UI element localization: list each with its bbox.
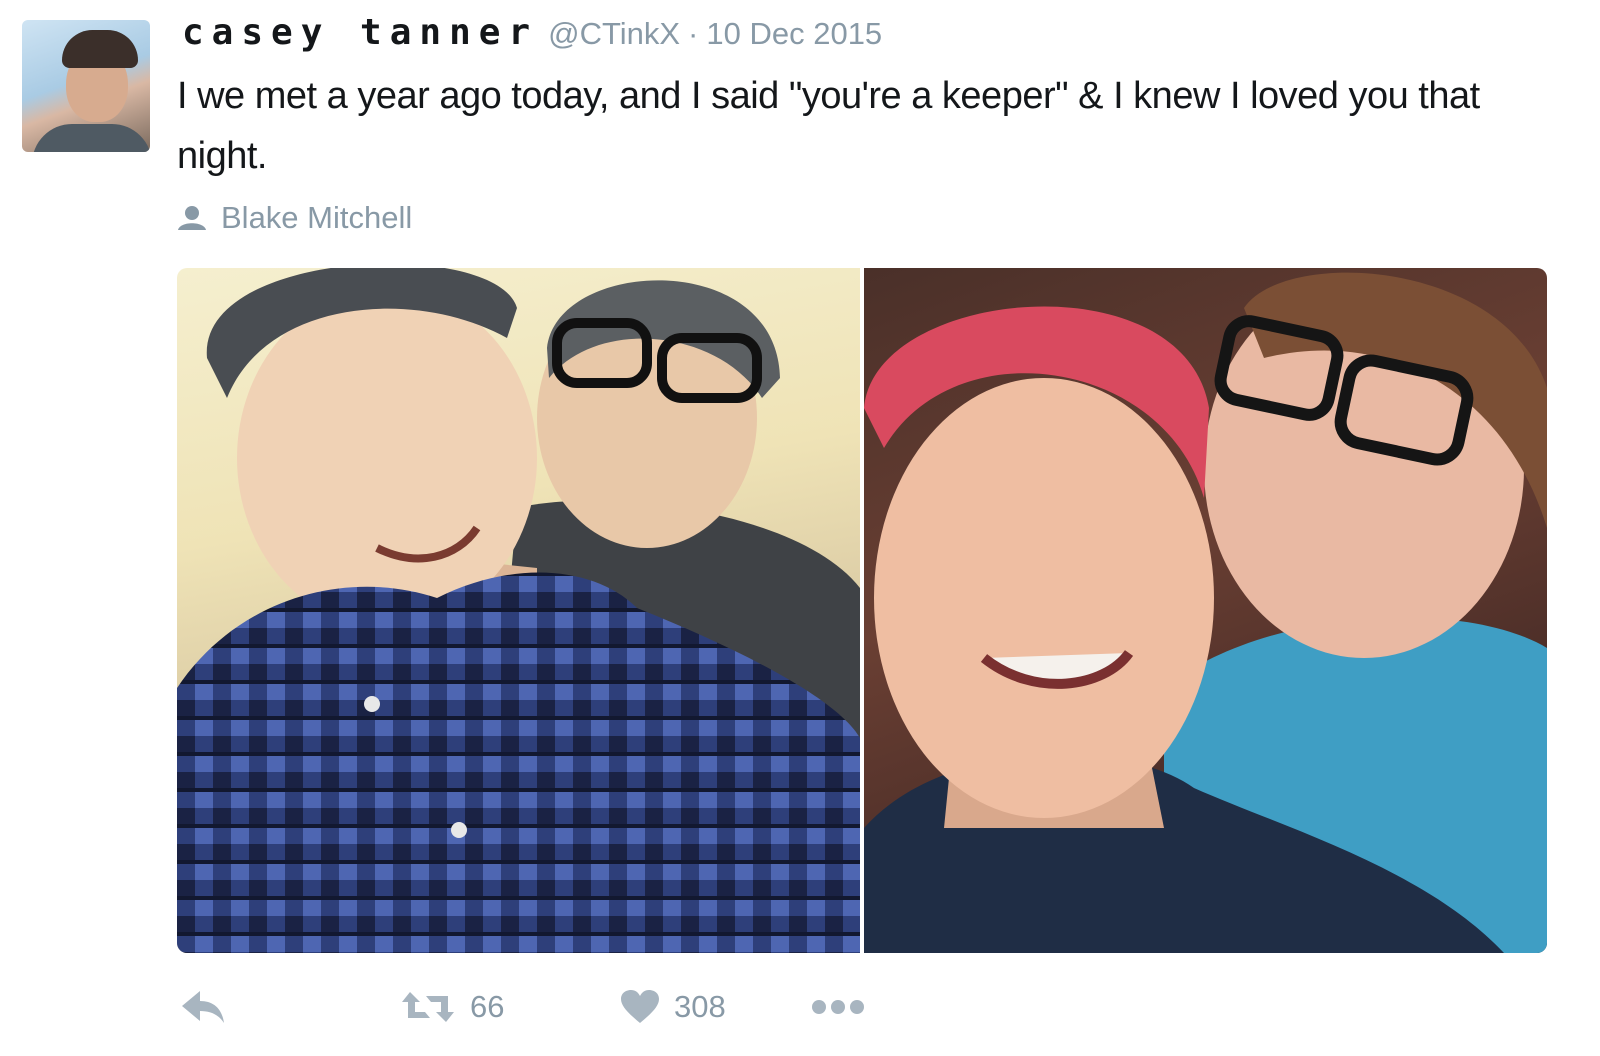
photo-right[interactable] [864,268,1547,953]
more-dots-icon [812,1000,864,1014]
tweet-timestamp[interactable]: 10 Dec 2015 [706,16,882,52]
tagged-user[interactable]: Blake Mitchell [177,196,412,240]
tweet-actions: 66 308 [180,982,866,1032]
photo-right-illustration [864,272,1547,953]
media-grid [177,268,1547,953]
retweet-icon [402,992,454,1022]
like-button[interactable]: 308 [620,989,810,1025]
like-count: 308 [674,989,726,1024]
reply-icon [182,991,224,1023]
tweet-header: casey tanner @CTinkX · 10 Dec 2015 [182,12,882,56]
user-handle[interactable]: @CTinkX [548,16,680,52]
tweet-card: casey tanner @CTinkX · 10 Dec 2015 I we … [0,0,1600,1056]
heart-icon [621,990,659,1023]
reply-button[interactable] [180,989,400,1025]
retweet-count: 66 [470,989,505,1024]
header-separator: · [688,16,699,51]
photo-left[interactable] [177,268,860,953]
avatar-shirt [32,124,150,152]
more-button[interactable] [810,998,866,1016]
photo-left-illustration [177,268,860,953]
display-name[interactable]: casey tanner [182,12,538,53]
avatar-hair [62,30,138,68]
retweet-button[interactable]: 66 [400,988,620,1026]
avatar[interactable] [22,20,150,152]
user-icon [178,206,206,230]
tweet-text: I we met a year ago today, and I said "y… [177,75,1480,177]
tagged-user-name: Blake Mitchell [221,200,413,235]
